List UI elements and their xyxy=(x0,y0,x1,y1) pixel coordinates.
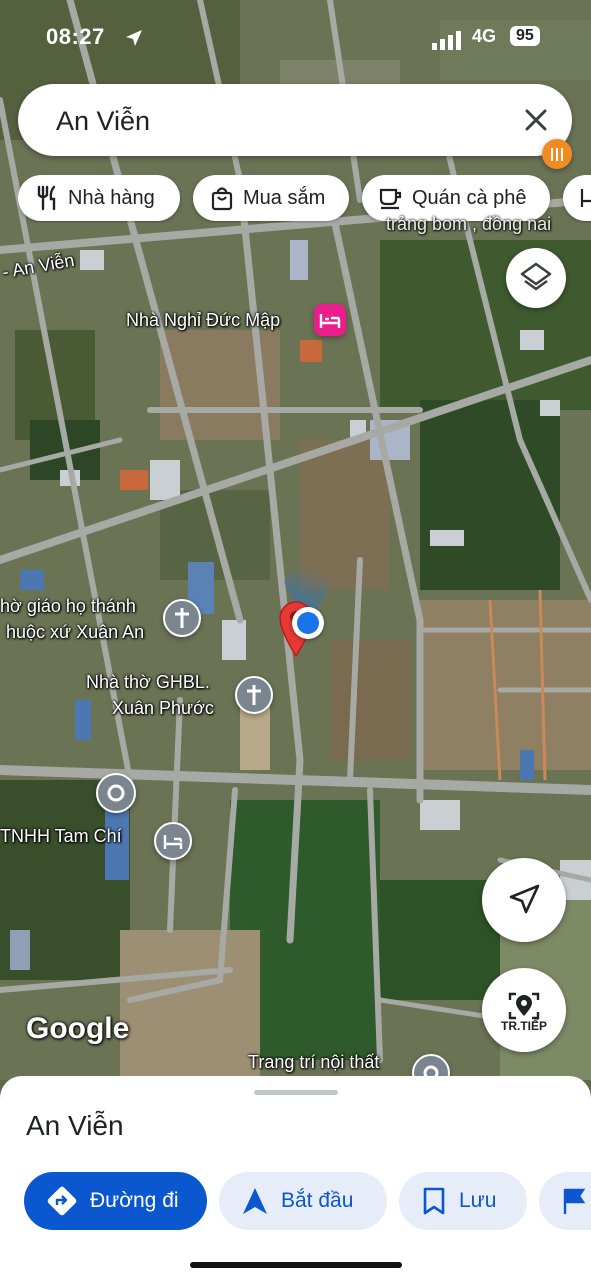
navigation-arrow-icon xyxy=(509,884,540,914)
place-label-hotel[interactable]: Nhà Nghỉ Đức Mập xyxy=(126,310,280,331)
hotel-marker[interactable] xyxy=(314,304,346,336)
network-type: 4G xyxy=(472,26,497,46)
place-label-interior[interactable]: Trang trí nội thất xyxy=(248,1052,379,1073)
place-label-church1-line2[interactable]: huộc xứ Xuân An xyxy=(6,622,144,643)
current-location-dot xyxy=(292,607,324,639)
poi-marker-orange[interactable] xyxy=(542,139,572,169)
place-label-church1-line1[interactable]: hờ giáo họ thánh xyxy=(0,596,136,617)
cross-icon xyxy=(175,608,189,628)
start-button[interactable]: Bắt đầu xyxy=(219,1172,387,1230)
church-marker-1[interactable] xyxy=(163,599,201,637)
place-label-company[interactable]: TNHH Tam Chí xyxy=(0,826,122,847)
bookmark-icon xyxy=(423,1187,445,1215)
church-marker-2[interactable] xyxy=(235,676,273,714)
fork-knife-icon xyxy=(37,185,56,211)
cellular-signal-icon xyxy=(432,30,464,55)
close-icon[interactable] xyxy=(518,102,554,138)
search-bar[interactable] xyxy=(18,84,572,156)
chip-more[interactable] xyxy=(563,175,591,221)
place-label-church2-line2[interactable]: Xuân Phước xyxy=(112,698,214,719)
place-label-partial: trảng bom , đồng nai xyxy=(386,214,552,234)
chip-label: Nhà hàng xyxy=(68,186,155,209)
battery-level: 95 xyxy=(510,26,540,46)
place-title: An Viễn xyxy=(26,1110,124,1141)
directions-label: Đường đi xyxy=(90,1189,179,1212)
live-view-label: TR.TIẾP xyxy=(500,1019,547,1033)
live-view-button[interactable]: TR.TIẾP xyxy=(482,968,566,1052)
chip-restaurants[interactable]: Nhà hàng xyxy=(18,175,180,221)
location-pin-icon xyxy=(107,784,125,802)
coffee-cup-icon xyxy=(379,188,402,210)
bed-icon xyxy=(319,314,341,328)
lodging-marker[interactable] xyxy=(154,822,192,860)
status-bar: 08:27 4G 95 xyxy=(0,24,591,58)
location-services-icon xyxy=(124,28,144,53)
hotel-bed-icon xyxy=(580,189,591,207)
home-indicator[interactable] xyxy=(190,1262,402,1268)
save-button[interactable]: Lưu xyxy=(399,1172,527,1230)
chip-label: Mua sắm xyxy=(243,186,326,209)
navigation-arrow-icon xyxy=(243,1188,267,1214)
search-input[interactable] xyxy=(54,102,498,140)
cross-icon xyxy=(247,685,261,705)
layers-button[interactable] xyxy=(506,248,566,308)
recenter-button[interactable] xyxy=(482,858,566,942)
place-bottom-sheet[interactable]: An Viễn Đường đi Bắt đầu Lưu xyxy=(0,1076,591,1280)
directions-button[interactable]: Đường đi xyxy=(24,1172,207,1230)
poi-marker-grey[interactable] xyxy=(96,773,136,813)
bed-icon xyxy=(163,835,183,849)
directions-icon xyxy=(47,1186,77,1216)
shopping-icon xyxy=(551,148,563,161)
status-time: 08:27 xyxy=(46,24,105,49)
start-label: Bắt đầu xyxy=(281,1189,354,1212)
chip-shopping[interactable]: Mua sắm xyxy=(193,175,349,221)
flag-icon xyxy=(563,1188,586,1214)
share-button[interactable] xyxy=(539,1172,591,1230)
shopping-bag-icon xyxy=(211,187,233,211)
google-logo: Google xyxy=(26,1012,130,1045)
chip-label: Quán cà phê xyxy=(412,186,527,209)
save-label: Lưu xyxy=(459,1189,497,1212)
place-label-church2-line1[interactable]: Nhà thờ GHBL. xyxy=(86,672,210,693)
layers-icon xyxy=(520,262,552,291)
action-buttons: Đường đi Bắt đầu Lưu xyxy=(24,1172,591,1232)
sheet-drag-handle[interactable] xyxy=(254,1090,338,1095)
